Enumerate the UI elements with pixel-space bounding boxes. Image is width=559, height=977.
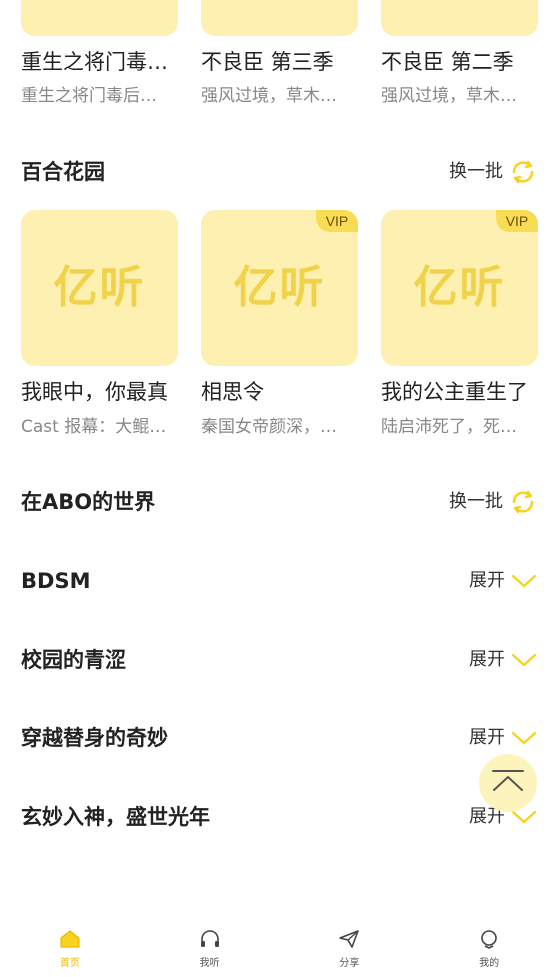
expand-button[interactable]: 展开: [469, 567, 537, 595]
app-logo: 亿听: [413, 262, 506, 313]
expand-label: 展开: [469, 727, 505, 748]
home-icon: [59, 929, 81, 952]
expand-button[interactable]: 展开: [469, 724, 537, 752]
tab-label: 我听: [199, 958, 220, 969]
chevron-down-icon: [511, 573, 537, 589]
book-desc: 强风过境，草木…: [201, 86, 337, 106]
tab-mine[interactable]: 我的: [459, 921, 519, 977]
chevron-down-icon: [511, 652, 537, 668]
tab-label: 分享: [339, 958, 360, 969]
book-card[interactable]: 亿听: [21, 210, 178, 366]
book-desc: 陆启沛死了，死…: [381, 417, 517, 437]
book-desc: 秦国女帝颜深，…: [201, 417, 337, 437]
tab-share[interactable]: 分享: [319, 921, 379, 977]
section-title: 玄妙入神，盛世光年: [21, 805, 210, 829]
book-card[interactable]: 亿听 VIP: [201, 210, 358, 366]
book-desc: Cast 报幕：大鲲…: [21, 417, 167, 437]
book-desc: 重生之将门毒后…: [21, 86, 157, 106]
book-title[interactable]: 我眼中，你最真: [21, 378, 181, 406]
arrow-up-icon: [491, 768, 525, 798]
section-title: 百合花园: [21, 160, 105, 184]
refresh-label: 换一批: [449, 161, 503, 182]
expand-label: 展开: [469, 570, 505, 591]
chevron-down-icon: [511, 730, 537, 746]
section-title: 校园的青涩: [21, 648, 126, 672]
chevron-down-icon: [511, 809, 537, 825]
book-card-cover[interactable]: [201, 0, 358, 36]
book-desc: 强风过境，草木…: [381, 86, 517, 106]
book-title[interactable]: 不良臣 第三季: [201, 48, 361, 76]
refresh-label: 换一批: [449, 491, 503, 512]
tab-label: 我的: [479, 958, 500, 969]
book-title[interactable]: 不良臣 第二季: [381, 48, 541, 76]
tab-label: 首页: [59, 958, 80, 969]
send-icon: [338, 929, 360, 952]
app-logo: 亿听: [53, 262, 146, 313]
vip-badge: VIP: [316, 210, 358, 232]
expand-button[interactable]: 展开: [469, 646, 537, 674]
section-title: 穿越替身的奇妙: [21, 726, 168, 750]
book-card[interactable]: 亿听 VIP: [381, 210, 538, 366]
refresh-icon: [509, 158, 537, 186]
book-card-cover[interactable]: [21, 0, 178, 36]
app-logo: 亿听: [233, 262, 326, 313]
refresh-button[interactable]: 换一批: [449, 158, 537, 186]
refresh-icon: [509, 488, 537, 516]
vip-badge: VIP: [496, 210, 538, 232]
tab-home[interactable]: 首页: [40, 921, 100, 977]
refresh-button[interactable]: 换一批: [449, 488, 537, 516]
book-title[interactable]: 相思令: [201, 378, 361, 406]
back-to-top-button[interactable]: [479, 754, 537, 812]
book-title[interactable]: 我的公主重生了: [381, 378, 541, 406]
book-card-cover[interactable]: [381, 0, 538, 36]
expand-label: 展开: [469, 649, 505, 670]
headphones-icon: [199, 929, 221, 952]
tab-listen[interactable]: 我听: [180, 921, 240, 977]
section-title: 在ABO的世界: [21, 490, 156, 514]
user-icon: [478, 929, 500, 952]
bottom-tab-bar: 首页 我听 分享 我的: [0, 921, 559, 977]
section-title: BDSM: [21, 569, 91, 593]
book-title[interactable]: 重生之将门毒…: [21, 48, 181, 76]
